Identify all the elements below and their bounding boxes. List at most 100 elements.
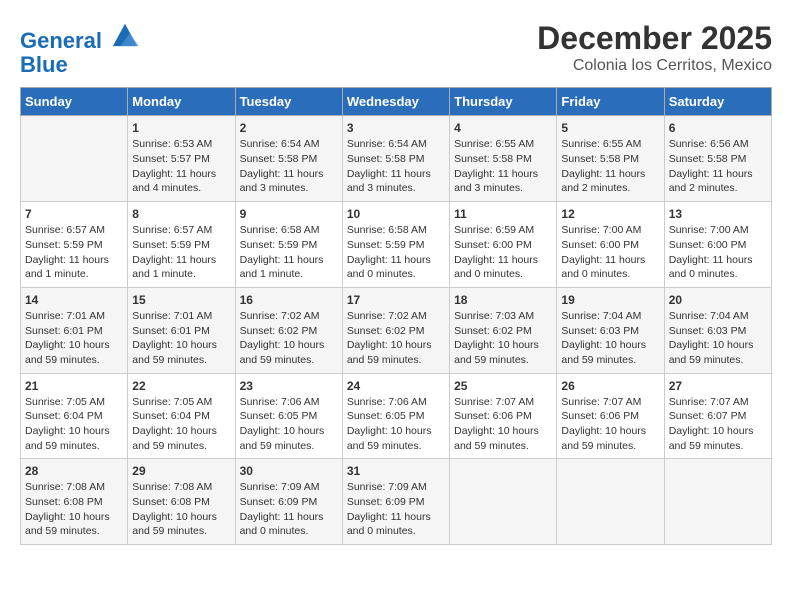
day-number: 29 bbox=[132, 464, 230, 478]
day-number: 2 bbox=[240, 121, 338, 135]
day-number: 10 bbox=[347, 207, 445, 221]
day-info: Sunrise: 6:59 AM Sunset: 6:00 PM Dayligh… bbox=[454, 223, 552, 282]
day-info: Sunrise: 7:07 AM Sunset: 6:07 PM Dayligh… bbox=[669, 395, 767, 454]
day-info: Sunrise: 7:06 AM Sunset: 6:05 PM Dayligh… bbox=[240, 395, 338, 454]
day-number: 22 bbox=[132, 379, 230, 393]
header-row: SundayMondayTuesdayWednesdayThursdayFrid… bbox=[21, 88, 772, 116]
day-number: 15 bbox=[132, 293, 230, 307]
calendar-cell: 31Sunrise: 7:09 AM Sunset: 6:09 PM Dayli… bbox=[342, 459, 449, 545]
calendar-cell: 21 Sunrise: 7:05 AM Sunset: 6:04 PM Dayli… bbox=[21, 373, 128, 459]
calendar-cell: 14 Sunrise: 7:01 AM Sunset: 6:01 PM Dayli… bbox=[21, 287, 128, 373]
day-info: Sunrise: 7:00 AM Sunset: 6:00 PM Dayligh… bbox=[669, 223, 767, 282]
column-header-sunday: Sunday bbox=[21, 88, 128, 116]
column-header-monday: Monday bbox=[128, 88, 235, 116]
week-row-4: 21 Sunrise: 7:05 AM Sunset: 6:04 PM Dayli… bbox=[21, 373, 772, 459]
day-info: Sunrise: 6:55 AM Sunset: 5:58 PM Dayligh… bbox=[454, 137, 552, 196]
calendar-cell: 19Sunrise: 7:04 AM Sunset: 6:03 PM Dayli… bbox=[557, 287, 664, 373]
day-number: 23 bbox=[240, 379, 338, 393]
logo: General Blue bbox=[20, 20, 139, 77]
calendar-cell: 29 Sunrise: 7:08 AM Sunset: 6:08 PM Dayli… bbox=[128, 459, 235, 545]
calendar-cell: 8 Sunrise: 6:57 AM Sunset: 5:59 PM Daylig… bbox=[128, 202, 235, 288]
day-number: 19 bbox=[561, 293, 659, 307]
day-number: 8 bbox=[132, 207, 230, 221]
day-number: 20 bbox=[669, 293, 767, 307]
day-info: Sunrise: 6:53 AM Sunset: 5:57 PM Dayligh… bbox=[132, 137, 230, 196]
calendar-cell: 9Sunrise: 6:58 AM Sunset: 5:59 PM Daylig… bbox=[235, 202, 342, 288]
calendar-cell: 2 Sunrise: 6:54 AM Sunset: 5:58 PM Daylig… bbox=[235, 116, 342, 202]
day-info: Sunrise: 6:54 AM Sunset: 5:58 PM Dayligh… bbox=[240, 137, 338, 196]
column-header-wednesday: Wednesday bbox=[342, 88, 449, 116]
day-info: Sunrise: 7:01 AM Sunset: 6:01 PM Dayligh… bbox=[132, 309, 230, 368]
day-number: 6 bbox=[669, 121, 767, 135]
calendar-cell bbox=[21, 116, 128, 202]
day-info: Sunrise: 7:09 AM Sunset: 6:09 PM Dayligh… bbox=[240, 480, 338, 539]
location-subtitle: Colonia los Cerritos, Mexico bbox=[537, 57, 772, 75]
column-header-friday: Friday bbox=[557, 88, 664, 116]
day-number: 4 bbox=[454, 121, 552, 135]
day-number: 14 bbox=[25, 293, 123, 307]
day-info: Sunrise: 7:05 AM Sunset: 6:04 PM Dayligh… bbox=[132, 395, 230, 454]
day-info: Sunrise: 6:58 AM Sunset: 5:59 PM Dayligh… bbox=[347, 223, 445, 282]
week-row-1: 1 Sunrise: 6:53 AM Sunset: 5:57 PM Daylig… bbox=[21, 116, 772, 202]
day-number: 30 bbox=[240, 464, 338, 478]
day-number: 16 bbox=[240, 293, 338, 307]
column-header-thursday: Thursday bbox=[450, 88, 557, 116]
day-number: 25 bbox=[454, 379, 552, 393]
day-number: 31 bbox=[347, 464, 445, 478]
calendar-cell: 25 Sunrise: 7:07 AM Sunset: 6:06 PM Dayli… bbox=[450, 373, 557, 459]
calendar-cell: 18 Sunrise: 7:03 AM Sunset: 6:02 PM Dayli… bbox=[450, 287, 557, 373]
day-number: 9 bbox=[240, 207, 338, 221]
day-info: Sunrise: 7:05 AM Sunset: 6:04 PM Dayligh… bbox=[25, 395, 123, 454]
day-info: Sunrise: 7:08 AM Sunset: 6:08 PM Dayligh… bbox=[25, 480, 123, 539]
day-number: 17 bbox=[347, 293, 445, 307]
day-info: Sunrise: 6:55 AM Sunset: 5:58 PM Dayligh… bbox=[561, 137, 659, 196]
day-number: 28 bbox=[25, 464, 123, 478]
day-number: 7 bbox=[25, 207, 123, 221]
calendar-cell: 24Sunrise: 7:06 AM Sunset: 6:05 PM Dayli… bbox=[342, 373, 449, 459]
day-info: Sunrise: 7:01 AM Sunset: 6:01 PM Dayligh… bbox=[25, 309, 123, 368]
day-info: Sunrise: 6:57 AM Sunset: 5:59 PM Dayligh… bbox=[132, 223, 230, 282]
day-info: Sunrise: 7:02 AM Sunset: 6:02 PM Dayligh… bbox=[240, 309, 338, 368]
day-info: Sunrise: 7:03 AM Sunset: 6:02 PM Dayligh… bbox=[454, 309, 552, 368]
calendar-cell: 17Sunrise: 7:02 AM Sunset: 6:02 PM Dayli… bbox=[342, 287, 449, 373]
day-number: 21 bbox=[25, 379, 123, 393]
day-info: Sunrise: 6:54 AM Sunset: 5:58 PM Dayligh… bbox=[347, 137, 445, 196]
calendar-cell bbox=[664, 459, 771, 545]
calendar-cell bbox=[450, 459, 557, 545]
day-number: 3 bbox=[347, 121, 445, 135]
calendar-cell: 11 Sunrise: 6:59 AM Sunset: 6:00 PM Dayli… bbox=[450, 202, 557, 288]
calendar-cell: 7Sunrise: 6:57 AM Sunset: 5:59 PM Daylig… bbox=[21, 202, 128, 288]
day-info: Sunrise: 7:08 AM Sunset: 6:08 PM Dayligh… bbox=[132, 480, 230, 539]
month-title: December 2025 bbox=[537, 20, 772, 57]
column-header-saturday: Saturday bbox=[664, 88, 771, 116]
calendar-cell: 26Sunrise: 7:07 AM Sunset: 6:06 PM Dayli… bbox=[557, 373, 664, 459]
calendar-cell: 15 Sunrise: 7:01 AM Sunset: 6:01 PM Dayli… bbox=[128, 287, 235, 373]
logo-text: General Blue bbox=[20, 20, 139, 77]
calendar-cell: 22 Sunrise: 7:05 AM Sunset: 6:04 PM Dayli… bbox=[128, 373, 235, 459]
day-number: 1 bbox=[132, 121, 230, 135]
week-row-5: 28 Sunrise: 7:08 AM Sunset: 6:08 PM Dayli… bbox=[21, 459, 772, 545]
day-info: Sunrise: 7:00 AM Sunset: 6:00 PM Dayligh… bbox=[561, 223, 659, 282]
day-number: 5 bbox=[561, 121, 659, 135]
calendar-table: SundayMondayTuesdayWednesdayThursdayFrid… bbox=[20, 87, 772, 545]
calendar-cell: 20Sunrise: 7:04 AM Sunset: 6:03 PM Dayli… bbox=[664, 287, 771, 373]
day-info: Sunrise: 7:07 AM Sunset: 6:06 PM Dayligh… bbox=[561, 395, 659, 454]
calendar-cell: 12Sunrise: 7:00 AM Sunset: 6:00 PM Dayli… bbox=[557, 202, 664, 288]
day-number: 27 bbox=[669, 379, 767, 393]
page-header: General Blue December 2025 Colonia los C… bbox=[20, 20, 772, 77]
day-number: 18 bbox=[454, 293, 552, 307]
title-block: December 2025 Colonia los Cerritos, Mexi… bbox=[537, 20, 772, 75]
day-number: 11 bbox=[454, 207, 552, 221]
calendar-cell: 4 Sunrise: 6:55 AM Sunset: 5:58 PM Daylig… bbox=[450, 116, 557, 202]
day-info: Sunrise: 7:07 AM Sunset: 6:06 PM Dayligh… bbox=[454, 395, 552, 454]
week-row-2: 7 Sunrise: 6:57 AM Sunset: 5:59 PM Daylig… bbox=[21, 202, 772, 288]
calendar-cell: 30 Sunrise: 7:09 AM Sunset: 6:09 PM Dayli… bbox=[235, 459, 342, 545]
calendar-cell bbox=[557, 459, 664, 545]
week-row-3: 14 Sunrise: 7:01 AM Sunset: 6:01 PM Dayli… bbox=[21, 287, 772, 373]
calendar-cell: 27 Sunrise: 7:07 AM Sunset: 6:07 PM Dayli… bbox=[664, 373, 771, 459]
calendar-cell: 16 Sunrise: 7:02 AM Sunset: 6:02 PM Dayli… bbox=[235, 287, 342, 373]
calendar-cell: 3 Sunrise: 6:54 AM Sunset: 5:58 PM Daylig… bbox=[342, 116, 449, 202]
day-info: Sunrise: 6:56 AM Sunset: 5:58 PM Dayligh… bbox=[669, 137, 767, 196]
day-info: Sunrise: 7:06 AM Sunset: 6:05 PM Dayligh… bbox=[347, 395, 445, 454]
column-header-tuesday: Tuesday bbox=[235, 88, 342, 116]
